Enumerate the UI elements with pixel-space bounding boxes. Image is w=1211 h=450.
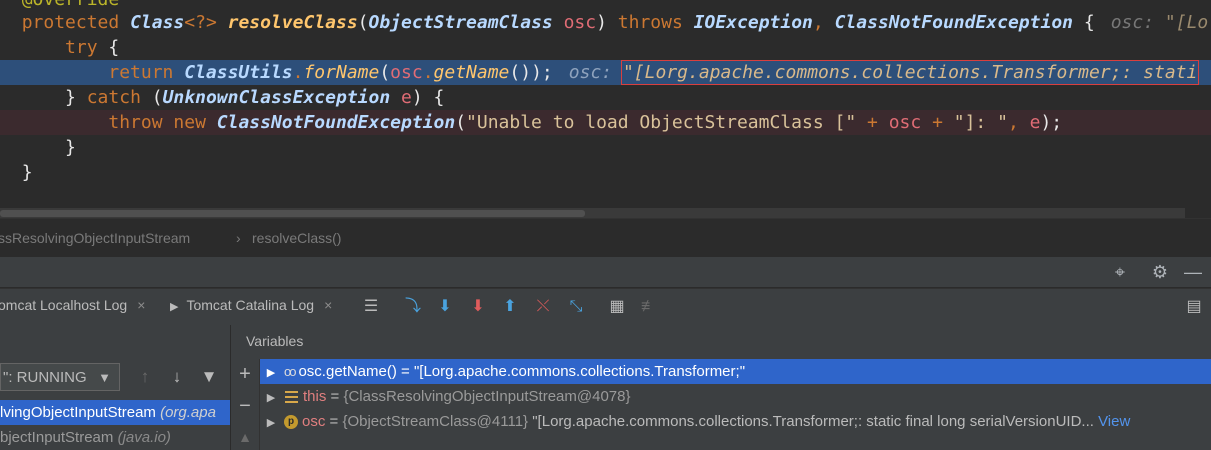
trace-icon[interactable]: ≢ <box>638 296 660 318</box>
code-line-signature: protected Class<?> resolveClass(ObjectSt… <box>21 12 1209 33</box>
code-editor[interactable]: @Override protected Class<?> resolveClas… <box>0 0 1211 218</box>
arrow-up-icon[interactable]: ↑ <box>135 367 155 387</box>
arrow-down-icon[interactable]: ↓ <box>167 367 187 387</box>
inline-debug-hint: osc: "[Lorg.apache.commons.collections.T… <box>568 60 1200 85</box>
layout-icon[interactable]: ▤ <box>1183 296 1205 318</box>
frames-panel: ": RUNNING ▼ ↑ ↓ ▼ lvingObjectInputStream… <box>0 325 231 450</box>
gear-icon[interactable]: ⚙ <box>1148 260 1172 284</box>
run-to-cursor-icon[interactable]: ⤡ <box>565 296 587 318</box>
parameter-icon: p <box>284 415 298 430</box>
code-line-close-inner: } <box>65 137 76 158</box>
view-link[interactable]: View <box>1098 413 1130 430</box>
variables-panel: Variables + − ▲ ▶ oo osc.getName() = "[Lor… <box>231 325 1211 450</box>
hint-value-highlight: "[Lorg.apache.commons.collections.Transf… <box>620 60 1200 85</box>
variables-sidebar: + − ▲ <box>231 359 260 450</box>
variable-row-watch[interactable]: ▶ oo osc.getName() = "[Lorg.apache.commons… <box>260 359 1211 384</box>
remove-watch-icon[interactable]: − <box>235 395 255 418</box>
expand-icon[interactable]: ▶ <box>262 386 280 409</box>
expand-icon[interactable]: ▶ <box>262 361 280 384</box>
debug-tool-window-header: ⌖ ⚙ — <box>0 256 1211 287</box>
menu-icon[interactable]: ☰ <box>360 296 382 318</box>
add-watch-icon[interactable]: + <box>235 363 255 386</box>
expand-icon[interactable]: ▶ <box>262 411 280 434</box>
code-line-try: try { <box>65 37 120 58</box>
thread-selector[interactable]: ": RUNNING ▼ <box>0 363 120 391</box>
tab-tomcat-catalina-log[interactable]: ▶ Tomcat Catalina Log × <box>170 297 332 313</box>
code-line-close-outer: } <box>21 162 33 183</box>
step-over-icon[interactable]: ⬇ <box>434 296 456 318</box>
variable-row-osc[interactable]: ▶ p osc = {ObjectStreamClass@4111} "[Lorg.… <box>260 409 1211 434</box>
breadcrumb-class[interactable]: ssResolvingObjectInputStream <box>0 230 190 246</box>
chevron-down-icon: ▼ <box>98 370 111 385</box>
minimize-icon[interactable]: — <box>1181 260 1205 284</box>
close-icon[interactable]: × <box>324 297 332 313</box>
filter-icon[interactable]: ▼ <box>199 367 219 387</box>
breadcrumb-separator: › <box>236 230 241 246</box>
step-out-icon[interactable]: ⬆ <box>499 296 521 318</box>
code-line-throw: throw new ClassNotFoundException("Unable… <box>0 110 1211 135</box>
step-into-icon[interactable]: ⬇ <box>467 296 489 318</box>
move-up-icon[interactable]: ▲ <box>235 429 255 445</box>
variable-row-this[interactable]: ▶ this = {ClassResolvingObjectInputStream… <box>260 384 1211 409</box>
show-execution-point-icon[interactable]: ⤵ <box>402 296 424 318</box>
code-line-return-current: return ClassUtils.forName(osc.getName())… <box>0 60 1211 85</box>
close-icon[interactable]: × <box>137 297 145 313</box>
frame-item[interactable]: lvingObjectInputStream (org.apa <box>0 400 230 425</box>
variables-title: Variables <box>246 333 304 349</box>
frame-item[interactable]: bjectInputStream (java.io) <box>0 425 230 450</box>
code-line-catch: } catch (UnknownClassException e) { <box>65 87 445 108</box>
watch-icon: oo <box>284 364 297 379</box>
evaluate-expression-icon[interactable]: ▦ <box>606 296 628 318</box>
drop-frame-icon[interactable]: ⤬ <box>532 296 554 318</box>
breadcrumb-method[interactable]: resolveClass() <box>252 230 341 246</box>
console-icon: ▶ <box>170 301 179 313</box>
crosshair-icon[interactable]: ⌖ <box>1108 260 1132 284</box>
debug-toolbar: omcat Localhost Log × ▶ Tomcat Catalina Lo… <box>0 288 1211 326</box>
field-icon <box>285 391 298 404</box>
editor-scrollbar-thumb[interactable] <box>0 210 585 217</box>
inline-debug-hint: osc: "[Lo <box>1110 12 1209 33</box>
tab-tomcat-localhost-log[interactable]: omcat Localhost Log × <box>0 297 145 313</box>
breadcrumb: ssResolvingObjectInputStream › resolveCl… <box>0 218 1211 257</box>
